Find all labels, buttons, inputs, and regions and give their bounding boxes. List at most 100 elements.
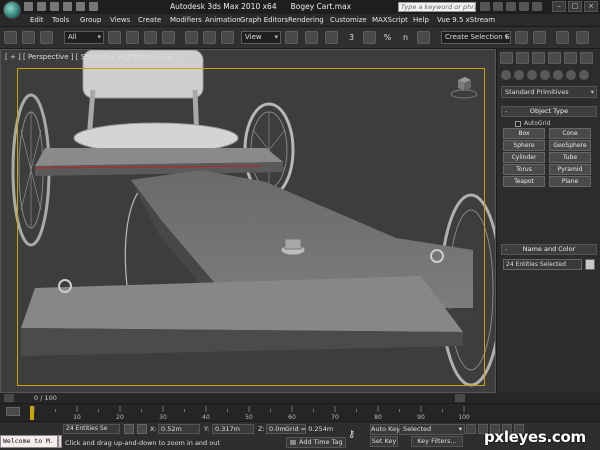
menu-create[interactable]: Create xyxy=(138,16,161,24)
unlink-icon[interactable] xyxy=(22,31,35,44)
window-crossing-icon[interactable] xyxy=(162,31,175,44)
save-file-icon[interactable] xyxy=(50,2,59,11)
spinner-snap-icon[interactable]: n xyxy=(399,31,412,44)
cone-button[interactable]: Cone xyxy=(549,128,591,139)
space-warps-icon[interactable] xyxy=(566,70,576,80)
select-object-icon[interactable] xyxy=(108,31,121,44)
set-key-button[interactable]: Set Key xyxy=(370,436,398,447)
autogrid-checkbox[interactable]: AutoGrid xyxy=(515,120,551,127)
object-color-swatch[interactable] xyxy=(585,259,595,270)
track-bar-menu-icon[interactable] xyxy=(6,407,20,416)
menu-graph-editors[interactable]: Graph Editors xyxy=(240,16,288,24)
reference-coordinate-dropdown[interactable]: View xyxy=(241,31,281,44)
angle-snap-icon[interactable] xyxy=(363,31,376,44)
maxscript-output[interactable] xyxy=(58,435,62,448)
add-time-tag-button[interactable]: Add Time Tag xyxy=(286,437,346,448)
utilities-tab-icon[interactable] xyxy=(580,52,593,64)
pyramid-button[interactable]: Pyramid xyxy=(549,164,591,175)
auto-key-button[interactable]: Auto Key xyxy=(370,424,400,435)
modify-tab-icon[interactable] xyxy=(516,52,529,64)
select-move-icon[interactable] xyxy=(185,31,198,44)
menu-maxscript[interactable]: MAXScript xyxy=(372,16,408,24)
rectangular-selection-icon[interactable] xyxy=(144,31,157,44)
perspective-viewport[interactable]: [ + ] [ Perspective ] [ Smooth + Highlig… xyxy=(0,49,496,393)
systems-icon[interactable] xyxy=(579,70,589,80)
snaps-toggle-icon[interactable]: 3 xyxy=(345,31,358,44)
menu-animation[interactable]: Animation xyxy=(205,16,241,24)
pivot-center-icon[interactable] xyxy=(285,31,298,44)
key-filter-selection-dropdown[interactable]: Selected xyxy=(399,424,465,435)
time-slider[interactable]: 0 / 100 xyxy=(0,393,600,404)
key-filters-button[interactable]: Key Filters... xyxy=(411,436,463,447)
align-icon[interactable] xyxy=(533,31,546,44)
menu-views[interactable]: Views xyxy=(110,16,130,24)
set-key-mode-icon[interactable]: ⚷ xyxy=(348,429,366,441)
search-input[interactable]: Type a keyword or phrase xyxy=(398,2,476,12)
teapot-button[interactable]: Teapot xyxy=(503,176,545,187)
motion-tab-icon[interactable] xyxy=(548,52,561,64)
x-coordinate-field[interactable]: 0.52m xyxy=(158,424,200,434)
create-tab-icon[interactable] xyxy=(500,52,513,64)
minimize-button[interactable]: – xyxy=(552,1,566,12)
select-scale-icon[interactable] xyxy=(221,31,234,44)
track-bar[interactable]: 10 20 30 40 50 60 70 80 90 100 xyxy=(0,404,600,422)
hierarchy-tab-icon[interactable] xyxy=(532,52,545,64)
primitive-category-dropdown[interactable]: Standard Primitives xyxy=(501,86,597,98)
name-and-color-rollout[interactable]: - Name and Color xyxy=(501,244,597,255)
object-type-rollout[interactable]: - Object Type xyxy=(501,106,597,117)
geosphere-button[interactable]: GeoSphere xyxy=(549,140,591,151)
lights-icon[interactable] xyxy=(527,70,537,80)
viewcube-icon[interactable] xyxy=(449,74,479,100)
display-tab-icon[interactable] xyxy=(564,52,577,64)
cylinder-button[interactable]: Cylinder xyxy=(503,152,545,163)
cameras-icon[interactable] xyxy=(540,70,550,80)
viewport-label[interactable]: [ + ] [ Perspective ] [ Smooth + Highlig… xyxy=(5,53,178,61)
menu-group[interactable]: Group xyxy=(80,16,101,24)
binoculars-icon[interactable] xyxy=(480,2,490,11)
absolute-mode-icon[interactable] xyxy=(137,424,147,434)
shapes-icon[interactable] xyxy=(514,70,524,80)
select-manipulate-icon[interactable] xyxy=(305,31,318,44)
close-button[interactable]: × xyxy=(584,1,598,12)
redo-icon[interactable] xyxy=(76,2,85,11)
maxscript-listener[interactable]: Welcome to M. xyxy=(0,435,58,448)
mirror-icon[interactable] xyxy=(515,31,528,44)
menu-tools[interactable]: Tools xyxy=(52,16,69,24)
goto-start-icon[interactable] xyxy=(466,424,476,434)
named-selection-sets-dropdown[interactable]: Create Selection Se xyxy=(441,31,511,44)
menu-vue-xstream[interactable]: Vue 9.5 xStream xyxy=(437,16,495,24)
menu-edit[interactable]: Edit xyxy=(30,16,44,24)
subscription-icon[interactable] xyxy=(493,2,503,11)
prev-frame-icon[interactable] xyxy=(4,394,14,402)
select-link-icon[interactable] xyxy=(4,31,17,44)
maximize-button[interactable]: □ xyxy=(568,1,582,12)
render-setup-icon[interactable] xyxy=(556,31,569,44)
timeline-playhead[interactable] xyxy=(30,406,34,420)
plane-button[interactable]: Plane xyxy=(549,176,591,187)
open-file-icon[interactable] xyxy=(37,2,46,11)
percent-snap-icon[interactable]: % xyxy=(381,31,394,44)
app-logo-icon[interactable] xyxy=(3,1,21,19)
favorites-star-icon[interactable] xyxy=(519,2,529,11)
bind-space-warp-icon[interactable] xyxy=(40,31,53,44)
select-rotate-icon[interactable] xyxy=(203,31,216,44)
box-button[interactable]: Box xyxy=(503,128,545,139)
object-name-field[interactable]: 24 Entities Selected xyxy=(503,259,582,270)
menu-help[interactable]: Help xyxy=(413,16,429,24)
select-by-name-icon[interactable] xyxy=(126,31,139,44)
geometry-icon[interactable] xyxy=(501,70,511,80)
tube-button[interactable]: Tube xyxy=(549,152,591,163)
communication-icon[interactable] xyxy=(506,2,516,11)
edit-named-selection-icon[interactable] xyxy=(417,31,430,44)
help-icon[interactable] xyxy=(532,2,542,11)
menu-customize[interactable]: Customize xyxy=(330,16,367,24)
keyboard-shortcut-override-icon[interactable] xyxy=(325,31,338,44)
undo-icon[interactable] xyxy=(63,2,72,11)
selection-lock-icon[interactable] xyxy=(124,424,134,434)
render-frame-icon[interactable] xyxy=(576,31,589,44)
selection-filter-dropdown[interactable]: All xyxy=(64,31,104,44)
helpers-icon[interactable] xyxy=(553,70,563,80)
sphere-button[interactable]: Sphere xyxy=(503,140,545,151)
timeline-ruler[interactable]: 10 20 30 40 50 60 70 80 90 100 xyxy=(30,404,470,422)
project-folder-icon[interactable] xyxy=(89,2,98,11)
